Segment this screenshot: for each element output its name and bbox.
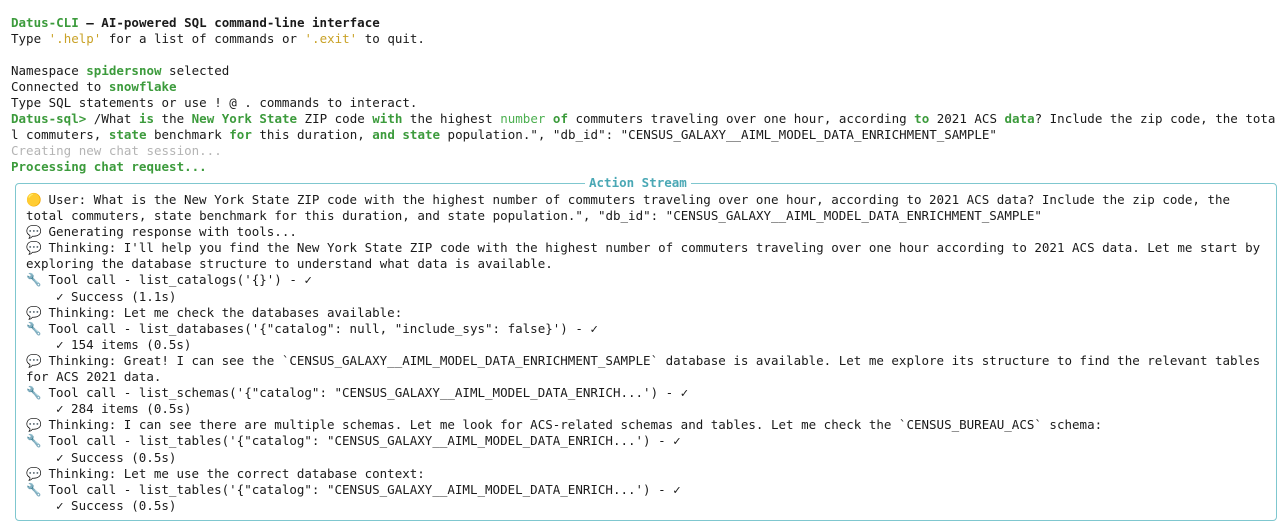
query-token: state <box>108 127 147 142</box>
action-stream-list: 🟡 User: What is the New York State ZIP c… <box>26 192 1274 514</box>
action-entry-text: Tool call - list_catalogs('{}') - ✓ <box>41 272 312 288</box>
tool-result: ✓ Success (1.1s) <box>56 288 177 304</box>
help-line: Type '.help' for a list of commands or '… <box>11 31 425 47</box>
processing-status: Processing chat request... <box>11 159 207 175</box>
speech-bubble-icon: 💬 <box>26 304 42 320</box>
exit-command: '.exit' <box>304 31 358 47</box>
query-token: benchmark <box>146 127 230 142</box>
namespace-name: spidersnow <box>86 63 162 79</box>
query-token: /What <box>86 111 139 126</box>
speech-bubble-icon: 💬 <box>26 417 42 433</box>
action-entry: 💬 Thinking: I'll help you find the New Y… <box>26 240 1274 256</box>
tool-result: ✓ 284 items (0.5s) <box>56 401 192 417</box>
prompt-label: Datus-sql> <box>11 111 87 126</box>
action-entry-continuation: for ACS 2021 data. <box>26 369 162 385</box>
speech-bubble-icon: 💬 <box>26 224 42 240</box>
panel-title: Action Stream <box>585 175 691 191</box>
query-token: number <box>500 111 546 126</box>
query-token: the highest <box>402 111 501 126</box>
action-entry: 🟡 User: What is the New York State ZIP c… <box>26 192 1274 208</box>
wrench-icon: 🔧 <box>26 481 42 497</box>
action-entry-text: Tool call - list_tables('{"catalog": "CE… <box>41 433 681 449</box>
action-entry: 🔧 Tool call - list_catalogs('{}') - ✓ <box>26 272 1274 288</box>
action-entry: 💬 Thinking: Great! I can see the `CENSUS… <box>26 353 1274 369</box>
action-entry-text: Tool call - list_schemas('{"catalog": "C… <box>41 385 689 401</box>
query-token: data <box>1004 111 1035 126</box>
query-token: of <box>552 111 568 126</box>
wrench-icon: 🔧 <box>26 433 42 449</box>
wrench-icon: 🔧 <box>26 320 42 336</box>
query-token: l commuters, <box>11 127 109 142</box>
connection-text-pre: Connected to <box>11 79 109 95</box>
speech-bubble-icon: 💬 <box>26 240 42 256</box>
query-token: ? Include the zip code, the tota <box>1034 111 1276 126</box>
action-entry-continuation: exploring the database structure to unde… <box>26 256 553 272</box>
action-entry-text: Generating response with tools... <box>41 224 297 240</box>
help-text-mid: for a list of commands or <box>101 31 305 47</box>
query-token <box>545 111 553 126</box>
help-text-pre: Type <box>11 31 49 47</box>
connection-name: snowflake <box>108 79 177 95</box>
query-token: New York State <box>191 111 298 126</box>
tool-result: ✓ 154 items (0.5s) <box>56 336 192 352</box>
terminal-window: Datus-CLI – AI-powered SQL command-line … <box>0 0 1280 526</box>
welcome-header: Datus-CLI – AI-powered SQL command-line … <box>11 15 425 112</box>
action-entry: 🔧 Tool call - list_schemas('{"catalog": … <box>26 385 1274 401</box>
action-entry: 🔧 Tool call - list_databases('{"catalog"… <box>26 321 1274 337</box>
action-entry: 🔧 Tool call - list_tables('{"catalog": "… <box>26 433 1274 449</box>
action-entry: 💬 Generating response with tools... <box>26 224 1274 240</box>
prompt-query-text[interactable]: /What is the New York State ZIP code wit… <box>86 111 1276 126</box>
query-token: is <box>138 111 155 126</box>
speech-bubble-icon: 💬 <box>26 465 42 481</box>
prompt-input-line-wrap[interactable]: l commuters, state benchmark for this du… <box>11 127 1280 143</box>
query-token: the <box>154 111 192 126</box>
wrench-icon: 🔧 <box>26 272 42 288</box>
namespace-text-post: selected <box>161 63 230 79</box>
action-entry: 🔧 Tool call - list_tables('{"catalog": "… <box>26 482 1274 498</box>
tool-result: ✓ Success (0.5s) <box>56 449 177 465</box>
action-entry-text: Thinking: Great! I can see the `CENSUS_G… <box>41 352 1261 368</box>
title-line: Datus-CLI – AI-powered SQL command-line … <box>11 15 425 31</box>
query-token: ZIP code <box>297 111 373 126</box>
action-stream-panel: Action Stream 🟡 User: What is the New Yo… <box>15 175 1277 521</box>
action-entry-text: Thinking: I can see there are multiple s… <box>41 417 1103 433</box>
query-token: for <box>229 127 252 142</box>
usage-hint: Type SQL statements or use ! @ . command… <box>11 95 418 111</box>
prompt-input-line[interactable]: Datus-sql> /What is the New York State Z… <box>11 111 1280 127</box>
action-entry: 💬 Thinking: Let me check the databases a… <box>26 305 1274 321</box>
action-entry: 💬 Thinking: I can see there are multiple… <box>26 417 1274 433</box>
query-token: and <box>372 127 395 142</box>
tool-result: ✓ Success (0.5s) <box>56 497 177 513</box>
help-text-post: to quit. <box>357 31 425 47</box>
app-tagline: – AI-powered SQL command-line interface <box>78 15 380 30</box>
creating-session-status: Creating new chat session... <box>11 143 222 158</box>
yellow-circle-icon: 🟡 <box>26 192 42 207</box>
app-name: Datus-CLI <box>11 15 79 30</box>
help-command: '.help' <box>48 31 102 47</box>
prompt-query-text-cont[interactable]: l commuters, state benchmark for this du… <box>11 127 997 142</box>
query-token: with <box>372 111 403 126</box>
query-token: commuters traveling over one hour, accor… <box>567 111 915 126</box>
query-token: this duration, <box>251 127 373 142</box>
query-token: state <box>402 127 441 142</box>
query-token: 2021 ACS <box>929 111 1005 126</box>
namespace-text-pre: Namespace <box>11 63 87 79</box>
connection-line: Connected to snowflake <box>11 79 425 95</box>
action-entry-continuation: total commuters, state benchmark for thi… <box>26 208 1042 224</box>
action-entry-text: Tool call - list_tables('{"catalog": "CE… <box>41 481 681 497</box>
query-token: population.", "db_id": "CENSUS_GALAXY__A… <box>440 127 997 142</box>
status-messages: Creating new chat session... Processing … <box>11 143 222 175</box>
action-entry-text: Thinking: Let me use the correct databas… <box>41 465 425 481</box>
action-entry-text: Tool call - list_databases('{"catalog": … <box>41 320 598 336</box>
action-entry-text: User: What is the New York State ZIP cod… <box>41 192 1231 207</box>
namespace-line: Namespace spidersnow selected <box>11 63 425 79</box>
speech-bubble-icon: 💬 <box>26 352 42 368</box>
action-entry: 💬 Thinking: Let me use the correct datab… <box>26 466 1274 482</box>
wrench-icon: 🔧 <box>26 385 42 401</box>
query-token: to <box>914 111 930 126</box>
action-entry-text: Thinking: I'll help you find the New Yor… <box>41 240 1261 256</box>
action-entry-text: Thinking: Let me check the databases ava… <box>41 304 403 320</box>
